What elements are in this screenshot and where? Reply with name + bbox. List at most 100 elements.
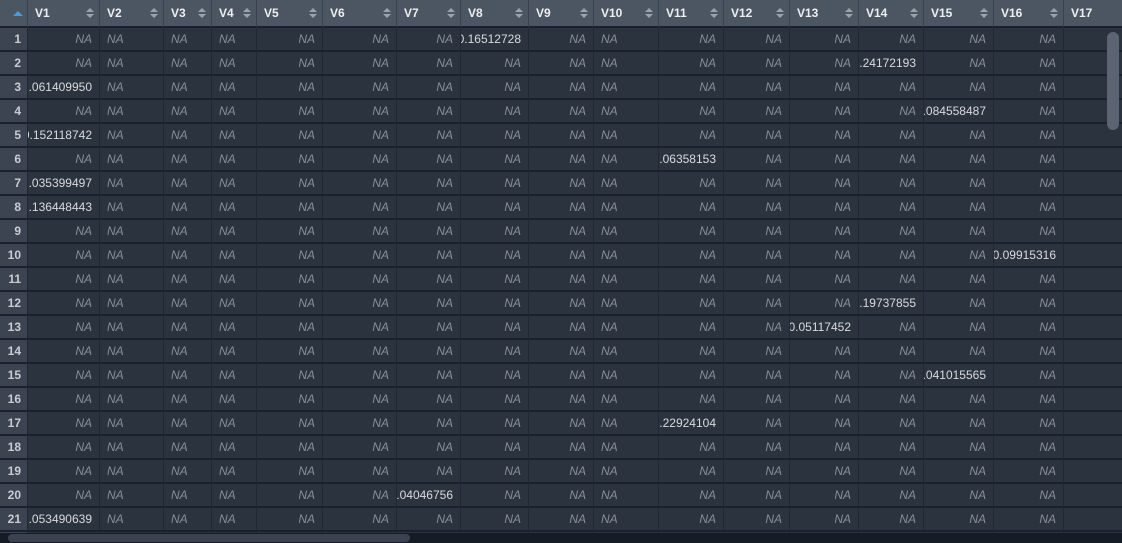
cell-v3-row8: NA	[164, 196, 212, 220]
column-header-v12[interactable]: V12	[724, 0, 790, 28]
cell-v16-row2: NA	[994, 52, 1064, 76]
column-header-v13[interactable]: V13	[790, 0, 859, 28]
cell-v12-row10: NA	[724, 244, 790, 268]
column-header-v11[interactable]: V11	[659, 0, 724, 28]
cell-v3-row10: NA	[164, 244, 212, 268]
cell-v15-row12: NA	[924, 292, 994, 316]
column-label: V13	[797, 6, 818, 20]
sort-toggle-icon	[580, 8, 588, 18]
cell-v2-row3: NA	[100, 76, 164, 100]
sort-toggle-icon	[776, 8, 784, 18]
cell-v3-row21: NA	[164, 508, 212, 532]
cell-v5-row9: NA	[257, 220, 323, 244]
column-header-v15[interactable]: V15	[924, 0, 994, 28]
cell-v17-row11	[1064, 268, 1122, 292]
column-header-v14[interactable]: V14	[859, 0, 924, 28]
cell-v13-row3: NA	[790, 76, 859, 100]
cell-v3-row11: NA	[164, 268, 212, 292]
cell-v8-row1: 0.16512728	[461, 28, 529, 52]
cell-v3-row17: NA	[164, 412, 212, 436]
cell-v10-row17: NA	[594, 412, 659, 436]
cell-v2-row4: NA	[100, 100, 164, 124]
cell-v12-row14: NA	[724, 340, 790, 364]
cell-v12-row17: NA	[724, 412, 790, 436]
cell-v15-row9: NA	[924, 220, 994, 244]
cell-v2-row5: NA	[100, 124, 164, 148]
cell-v10-row12: NA	[594, 292, 659, 316]
sort-ascending-icon	[13, 11, 23, 16]
column-header-v9[interactable]: V9	[529, 0, 594, 28]
cell-v10-row21: NA	[594, 508, 659, 532]
cell-v14-row10: NA	[859, 244, 924, 268]
cell-v11-row9: NA	[659, 220, 724, 244]
cell-v14-row20: NA	[859, 484, 924, 508]
row-number: 9	[0, 220, 28, 244]
cell-v15-row21: NA	[924, 508, 994, 532]
sort-toggle-icon	[845, 8, 853, 18]
cell-v12-row13: NA	[724, 316, 790, 340]
cell-v7-row14: NA	[397, 340, 461, 364]
column-header-v17[interactable]: V17	[1064, 0, 1122, 28]
cell-v4-row18: NA	[212, 436, 257, 460]
column-header-v3[interactable]: V3	[164, 0, 212, 28]
cell-v7-row8: NA	[397, 196, 461, 220]
cell-v1-row19: NA	[28, 460, 100, 484]
cell-v11-row12: NA	[659, 292, 724, 316]
vertical-scrollbar-thumb[interactable]	[1107, 32, 1119, 130]
row-number: 10	[0, 244, 28, 268]
corner-header[interactable]	[0, 0, 28, 28]
cell-v15-row14: NA	[924, 340, 994, 364]
cell-v2-row2: NA	[100, 52, 164, 76]
cell-v14-row11: NA	[859, 268, 924, 292]
cell-v6-row20: NA	[323, 484, 397, 508]
cell-v2-row19: NA	[100, 460, 164, 484]
column-header-v6[interactable]: V6	[323, 0, 397, 28]
cell-v6-row4: NA	[323, 100, 397, 124]
cell-v14-row15: NA	[859, 364, 924, 388]
row-number: 8	[0, 196, 28, 220]
cell-v5-row6: NA	[257, 148, 323, 172]
cell-v4-row8: NA	[212, 196, 257, 220]
cell-v1-row12: NA	[28, 292, 100, 316]
column-header-v8[interactable]: V8	[461, 0, 529, 28]
cell-v1-row17: NA	[28, 412, 100, 436]
cell-v13-row2: NA	[790, 52, 859, 76]
cell-v9-row2: NA	[529, 52, 594, 76]
sort-toggle-icon	[910, 8, 918, 18]
cell-v5-row19: NA	[257, 460, 323, 484]
cell-v13-row7: NA	[790, 172, 859, 196]
cell-v5-row5: NA	[257, 124, 323, 148]
cell-v11-row6: 0.06358153	[659, 148, 724, 172]
cell-v9-row8: NA	[529, 196, 594, 220]
cell-v9-row3: NA	[529, 76, 594, 100]
cell-v15-row2: NA	[924, 52, 994, 76]
row-number: 16	[0, 388, 28, 412]
cell-v7-row13: NA	[397, 316, 461, 340]
cell-v17-row17	[1064, 412, 1122, 436]
column-header-v16[interactable]: V16	[994, 0, 1064, 28]
column-header-v4[interactable]: V4	[212, 0, 257, 28]
table-row: 6NANANANANANANANANANA0.06358153NANANANAN…	[0, 148, 1122, 172]
cell-v4-row10: NA	[212, 244, 257, 268]
column-header-v7[interactable]: V7	[397, 0, 461, 28]
cell-v2-row18: NA	[100, 436, 164, 460]
cell-v14-row8: NA	[859, 196, 924, 220]
column-header-v5[interactable]: V5	[257, 0, 323, 28]
cell-v4-row16: NA	[212, 388, 257, 412]
cell-v2-row16: NA	[100, 388, 164, 412]
column-label: V6	[330, 6, 345, 20]
row-number: 2	[0, 52, 28, 76]
cell-v8-row21: NA	[461, 508, 529, 532]
cell-v17-row13	[1064, 316, 1122, 340]
horizontal-scrollbar-track[interactable]	[0, 533, 1122, 543]
column-header-v1[interactable]: V1	[28, 0, 100, 28]
cell-v9-row12: NA	[529, 292, 594, 316]
cell-v15-row1: NA	[924, 28, 994, 52]
cell-v5-row13: NA	[257, 316, 323, 340]
cell-v11-row19: NA	[659, 460, 724, 484]
cell-v12-row19: NA	[724, 460, 790, 484]
cell-v4-row6: NA	[212, 148, 257, 172]
column-header-v10[interactable]: V10	[594, 0, 659, 28]
column-header-v2[interactable]: V2	[100, 0, 164, 28]
horizontal-scrollbar-thumb[interactable]	[8, 534, 410, 542]
